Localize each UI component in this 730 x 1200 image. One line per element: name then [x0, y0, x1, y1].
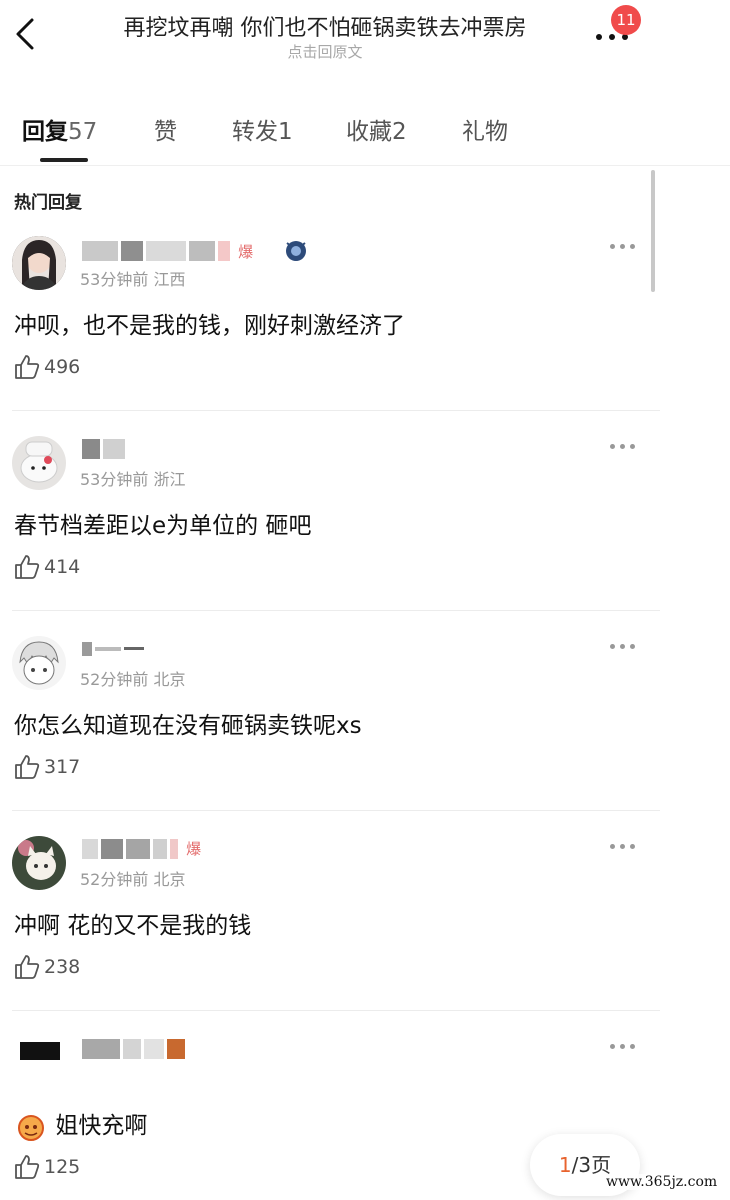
tab-gifts[interactable]: 礼物 [462, 112, 508, 146]
top-bar: 再挖坟再嘲 你们也不怕砸锅卖铁去冲票房 点击回原文 11 [0, 0, 730, 70]
comment-options-button[interactable] [610, 644, 638, 652]
avatar[interactable] [12, 436, 66, 490]
comment-meta: 53分钟前 浙江 [80, 470, 186, 489]
back-button[interactable] [12, 14, 42, 54]
avatar[interactable] [12, 236, 66, 290]
tab-replies[interactable]: 回复57 [22, 112, 97, 146]
tab-likes[interactable]: 赞 [154, 112, 177, 146]
notification-badge: 11 [611, 5, 641, 35]
like-count: 238 [44, 956, 81, 978]
user-photo-icon [12, 636, 66, 690]
comment-meta: 52分钟前 北京 [80, 670, 186, 689]
avatar[interactable] [12, 636, 66, 690]
scrollbar[interactable] [651, 170, 655, 292]
vip-badge-icon [286, 241, 307, 261]
more-icon [610, 444, 615, 449]
comment-meta: 52分钟前 北京 [80, 870, 186, 889]
thumbs-up-icon [15, 1155, 40, 1179]
comment-text: 你怎么知道现在没有砸锅卖铁呢xs [14, 713, 362, 739]
username-blurred[interactable] [82, 438, 128, 464]
like-count: 317 [44, 756, 81, 778]
comment-text: 冲呗，也不是我的钱，刚好刺激经济了 [14, 313, 405, 339]
username-blurred[interactable] [82, 1038, 188, 1064]
comment-text: 春节档差距以e为单位的 砸吧 [14, 513, 312, 539]
comment-options-button[interactable] [610, 844, 638, 852]
username-blurred[interactable]: 爆 [82, 238, 309, 264]
like-count: 414 [44, 556, 81, 578]
post-title[interactable]: 再挖坟再嘲 你们也不怕砸锅卖铁去冲票房 [90, 10, 560, 42]
avatar[interactable] [12, 1036, 66, 1090]
comment-text: 冲啊 花的又不是我的钱 [14, 913, 252, 939]
emoji-icon [18, 1114, 44, 1141]
more-icon [610, 1044, 615, 1049]
like-count: 496 [44, 356, 81, 378]
divider [12, 1010, 660, 1011]
active-tab-indicator [40, 158, 88, 162]
section-title: 热门回复 [14, 193, 82, 213]
user-photo-icon [12, 436, 66, 490]
divider [12, 810, 660, 811]
more-icon [610, 644, 615, 649]
divider [12, 410, 660, 411]
divider [0, 165, 730, 166]
hot-tag: 爆 [238, 242, 254, 261]
comment-text: 姐快充啊 [14, 1106, 147, 1142]
thumbs-up-icon [15, 555, 40, 579]
tab-bar: 回复57 赞 转发1 收藏2 礼物 [0, 100, 730, 160]
hot-tag: 爆 [186, 840, 202, 858]
thumbs-up-icon [15, 755, 40, 779]
username-blurred[interactable]: 爆 [82, 838, 204, 864]
username-blurred[interactable] [82, 638, 147, 664]
like-count: 125 [44, 1156, 81, 1178]
comment-meta: 53分钟前 江西 [80, 270, 186, 289]
comment-options-button[interactable] [610, 444, 638, 452]
comment-options-button[interactable] [610, 244, 638, 252]
user-photo-blurred-icon [20, 1042, 60, 1060]
more-icon [610, 244, 615, 249]
avatar[interactable] [12, 836, 66, 890]
current-page: 1 [558, 1153, 572, 1177]
tab-favorites[interactable]: 收藏2 [346, 112, 407, 146]
more-icon [596, 34, 602, 40]
comment-options-button[interactable] [610, 1044, 638, 1052]
view-original-link[interactable]: 点击回原文 [90, 41, 560, 62]
chevron-left-icon [16, 18, 34, 50]
thumbs-up-icon [15, 355, 40, 379]
user-photo-icon [12, 236, 66, 290]
divider [12, 610, 660, 611]
thumbs-up-icon [15, 955, 40, 979]
watermark: www.365jz.com [602, 1174, 722, 1190]
tab-reposts[interactable]: 转发1 [232, 112, 293, 146]
user-photo-icon [12, 836, 66, 890]
more-icon [610, 844, 615, 849]
